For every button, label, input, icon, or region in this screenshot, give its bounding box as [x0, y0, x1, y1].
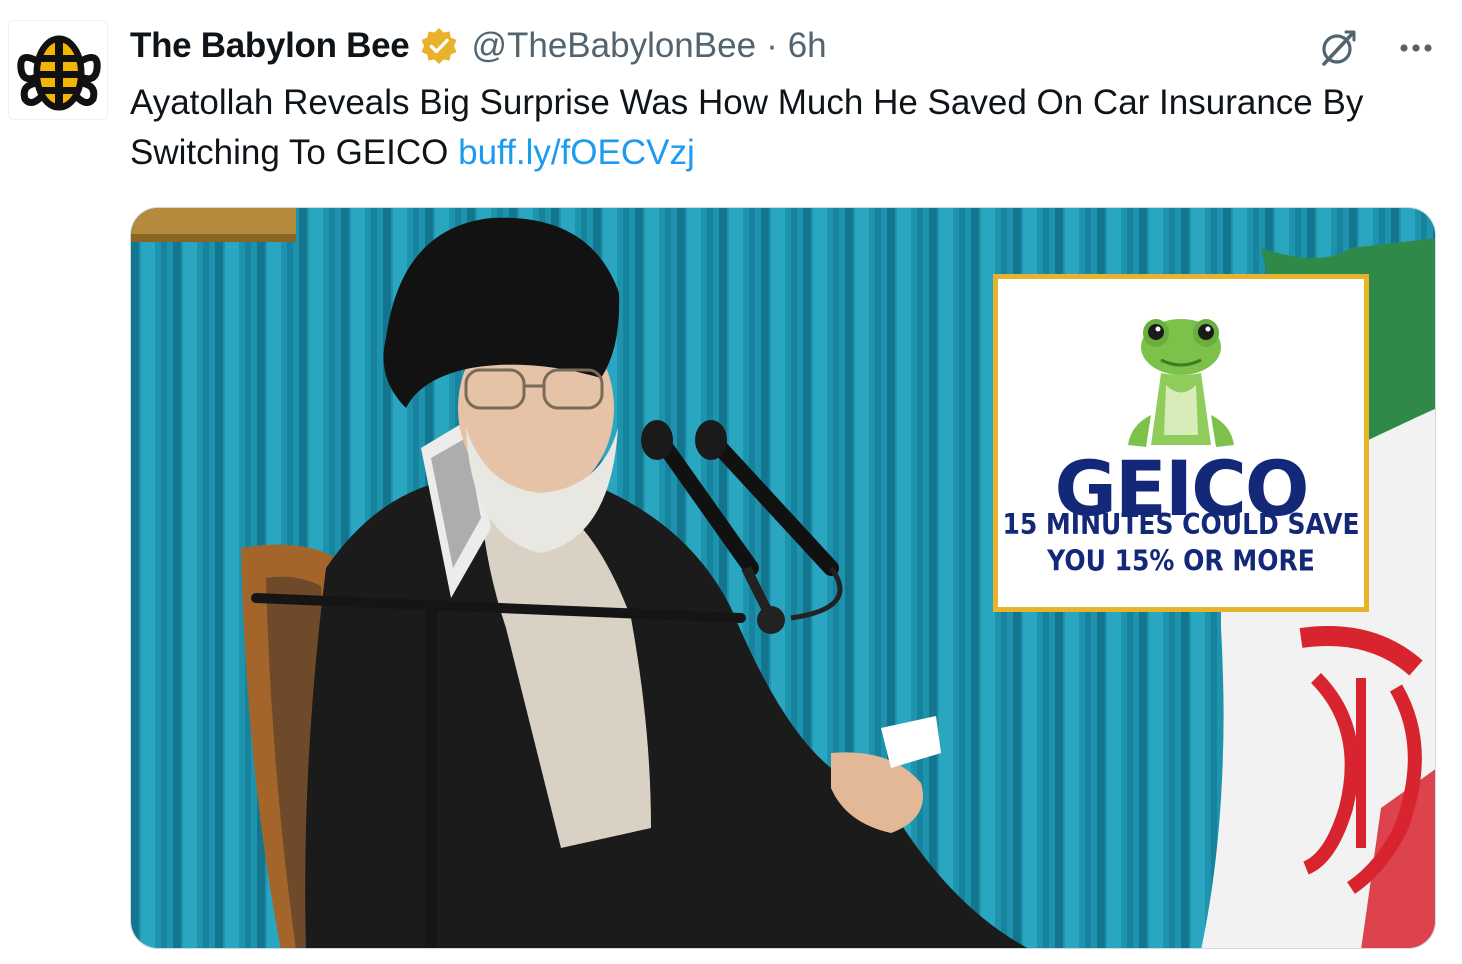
- geico-tagline-line2: YOU 15% OR MORE: [1047, 544, 1315, 578]
- tweet-link[interactable]: buff.ly/fOECVzj: [458, 133, 695, 172]
- grok-icon[interactable]: [1314, 24, 1362, 72]
- tweet-header: The Babylon Bee @TheBabylonBee · 6h: [130, 22, 827, 70]
- tweet-text-body: Ayatollah Reveals Big Surprise Was How M…: [130, 83, 1364, 172]
- geico-tagline: 15 MINUTES COULD SAVE YOU 15% OR MORE: [998, 506, 1364, 580]
- babylon-bee-logo-icon: [9, 21, 107, 119]
- gecko-mascot-icon: [1128, 319, 1234, 447]
- verified-badge-icon[interactable]: [419, 26, 459, 66]
- geico-ad-card: GEICO 15 MINUTES COULD SAVE YOU 15% OR M…: [993, 274, 1369, 612]
- author-handle[interactable]: @TheBabylonBee: [471, 26, 756, 66]
- separator-dot: ·: [766, 26, 778, 65]
- tweet: The Babylon Bee @TheBabylonBee · 6h Ayat…: [0, 0, 1462, 964]
- more-options-icon[interactable]: [1392, 24, 1440, 72]
- avatar[interactable]: [8, 20, 108, 120]
- timestamp[interactable]: 6h: [788, 26, 827, 66]
- display-name[interactable]: The Babylon Bee: [130, 26, 410, 66]
- header-actions: [1314, 24, 1440, 72]
- tweet-text: Ayatollah Reveals Big Surprise Was How M…: [130, 78, 1430, 178]
- tweet-media-image[interactable]: GEICO 15 MINUTES COULD SAVE YOU 15% OR M…: [130, 207, 1436, 949]
- geico-tagline-line1: 15 MINUTES COULD SAVE: [1002, 507, 1360, 541]
